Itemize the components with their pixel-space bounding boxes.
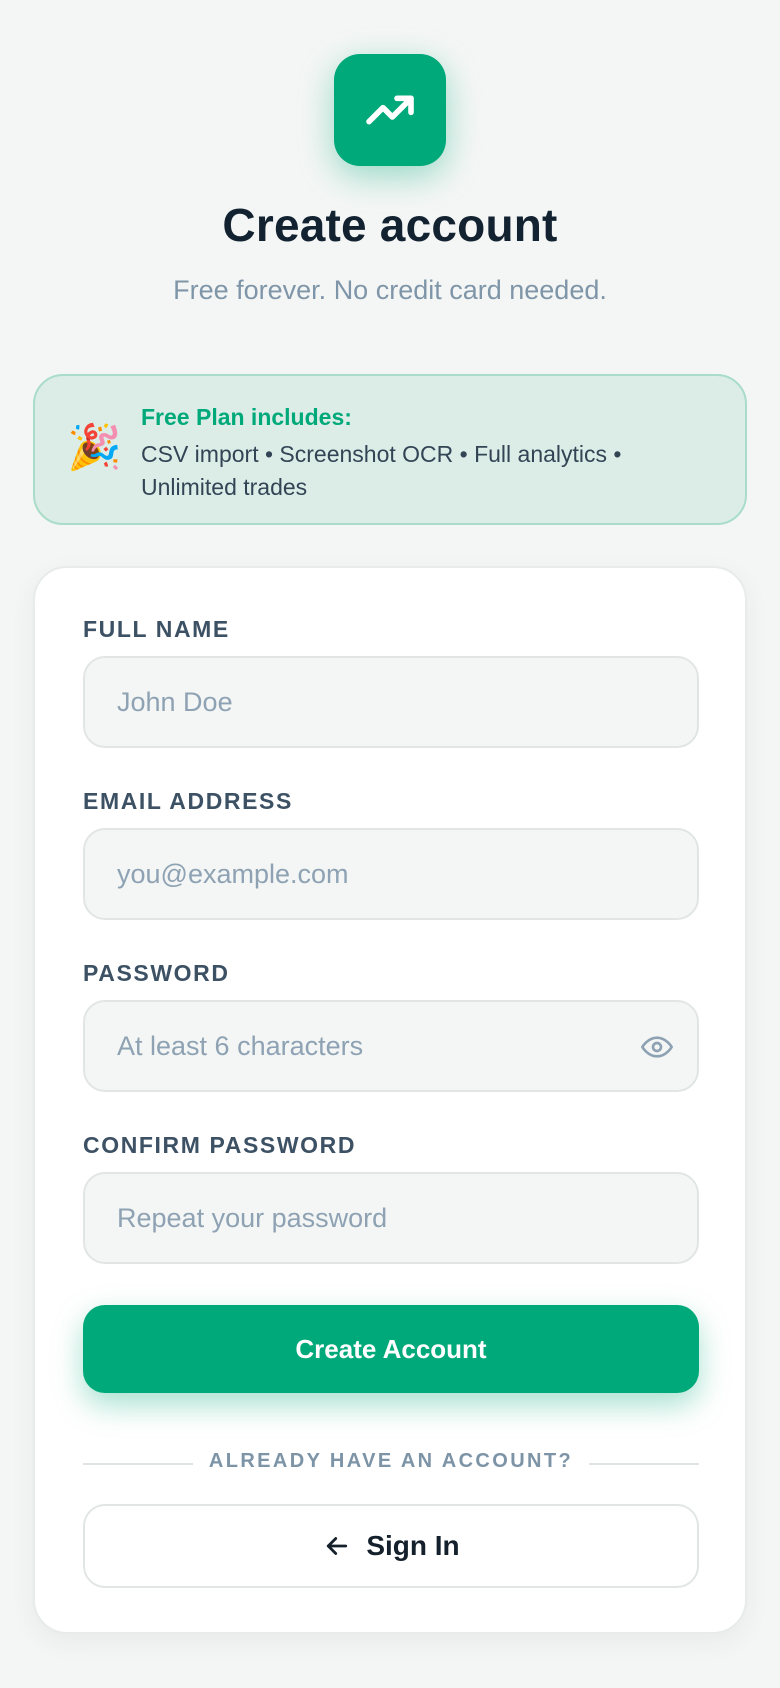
divider-line-left <box>83 1463 193 1465</box>
page-subtitle: Free forever. No credit card needed. <box>173 275 607 305</box>
password-label: PASSWORD <box>83 960 230 986</box>
password-input[interactable] <box>85 1002 697 1090</box>
full-name-input[interactable] <box>85 658 697 746</box>
already-have-account-divider: ALREADY HAVE AN ACCOUNT? <box>83 1448 699 1478</box>
sign-in-button[interactable]: Sign In <box>83 1504 699 1588</box>
divider-line-right <box>589 1463 699 1465</box>
free-plan-banner: 🎉 Free Plan includes: CSV import • Scree… <box>33 374 747 525</box>
eye-icon <box>641 1036 673 1058</box>
confirm-password-input[interactable] <box>85 1174 697 1262</box>
full-name-field-wrapper <box>83 656 699 748</box>
email-input[interactable] <box>85 830 697 918</box>
sign-in-label: Sign In <box>366 1530 460 1561</box>
email-field-wrapper <box>83 828 699 920</box>
signup-card: FULL NAME EMAIL ADDRESS PASSWORD CONFIRM… <box>33 566 747 1634</box>
plan-heading: Free Plan includes: <box>141 404 352 430</box>
full-name-label: FULL NAME <box>83 616 230 642</box>
show-password-toggle[interactable] <box>639 1029 675 1065</box>
create-account-button[interactable]: Create Account <box>83 1305 699 1393</box>
app-logo <box>334 54 446 166</box>
plan-features: CSV import • Screenshot OCR • Full analy… <box>141 441 622 500</box>
confirm-password-field-wrapper <box>83 1172 699 1264</box>
password-field-wrapper <box>83 1000 699 1092</box>
confirm-password-label: CONFIRM PASSWORD <box>83 1132 357 1158</box>
divider-text: ALREADY HAVE AN ACCOUNT? <box>208 1450 574 1472</box>
email-label: EMAIL ADDRESS <box>83 788 293 814</box>
party-popper-icon: 🎉 <box>67 422 122 473</box>
trending-up-icon <box>366 95 414 125</box>
page-title: Create account <box>222 199 558 251</box>
arrow-left-icon <box>322 1531 352 1561</box>
